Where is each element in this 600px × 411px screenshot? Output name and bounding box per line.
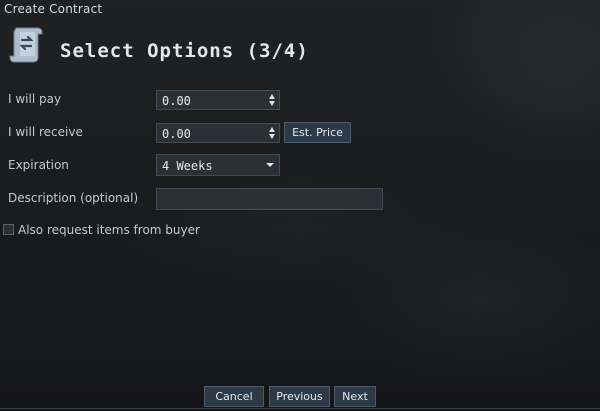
expiration-value: 4 Weeks bbox=[162, 159, 213, 173]
receive-label: I will receive bbox=[8, 125, 83, 139]
pay-amount-input[interactable]: 0.00 bbox=[156, 90, 280, 110]
pay-stepper-icon[interactable] bbox=[269, 94, 276, 106]
receive-amount-input[interactable]: 0.00 bbox=[156, 123, 280, 143]
cancel-button[interactable]: Cancel bbox=[204, 386, 264, 407]
est-price-button[interactable]: Est. Price bbox=[284, 122, 351, 143]
contract-scroll-icon bbox=[8, 24, 48, 64]
pay-label: I will pay bbox=[8, 92, 62, 106]
next-button[interactable]: Next bbox=[334, 386, 376, 407]
request-items-label[interactable]: Also request items from buyer bbox=[18, 223, 200, 237]
page-title: Select Options (3/4) bbox=[60, 40, 309, 62]
description-input[interactable] bbox=[156, 188, 383, 210]
pay-amount-value: 0.00 bbox=[162, 94, 191, 108]
previous-button[interactable]: Previous bbox=[269, 386, 330, 407]
description-label: Description (optional) bbox=[8, 191, 139, 205]
receive-stepper-icon[interactable] bbox=[269, 127, 276, 139]
request-items-checkbox[interactable] bbox=[3, 224, 14, 235]
expiration-select[interactable]: 4 Weeks bbox=[156, 154, 280, 176]
bottom-divider bbox=[0, 408, 600, 409]
window-title: Create Contract bbox=[4, 2, 103, 16]
chevron-down-icon bbox=[266, 163, 274, 167]
receive-amount-value: 0.00 bbox=[162, 127, 191, 141]
expiration-label: Expiration bbox=[8, 158, 69, 172]
